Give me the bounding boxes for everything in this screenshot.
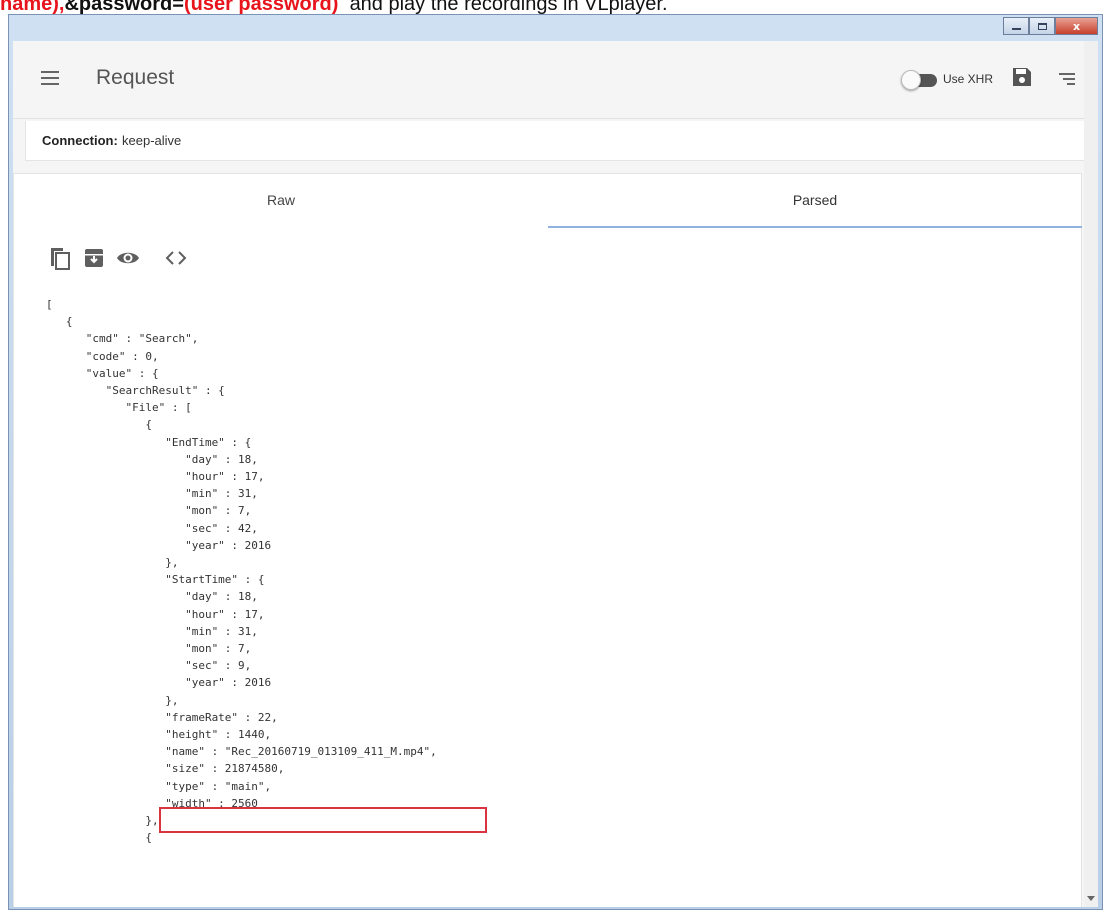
code-line: "sec" : 42, [46,521,258,535]
window-controls: x [1003,17,1098,35]
code-line: "min" : 31, [46,624,258,638]
code-line: "code" : 0, [46,349,159,363]
archive-icon[interactable] [82,246,106,270]
window-titlebar: x [9,15,1102,41]
banner-part-4: and play the recordings in VLplayer. [349,0,668,15]
minimize-button[interactable] [1003,17,1029,35]
code-line: "cmd" : "Search", [46,332,199,346]
banner-part-2: &password= [64,0,184,15]
tab-raw[interactable]: Raw [14,174,548,228]
code-line: "size" : 21874580, [46,762,285,776]
sort-icon[interactable] [1059,73,1075,85]
header-value: keep-alive [122,133,182,148]
page-title: Request [96,66,175,89]
code-line: "year" : 2016 [46,676,272,690]
code-line: "name" : "Rec_20160719_013109_411_M.mp4"… [46,745,437,759]
code-line: }, [46,556,179,570]
response-headers: Connection: keep-alive [25,121,1085,161]
code-line: "frameRate" : 22, [46,710,278,724]
maximize-icon [1037,22,1047,30]
code-line: "SearchResult" : { [46,384,225,398]
response-body-card: Raw Parsed [{"cmd": "Search", "code" … [13,173,1082,907]
code-line: "EndTime" : { [46,435,252,449]
code-line: "day" : 18, [46,590,258,604]
code-line: "min" : 31, [46,487,258,501]
code-line: "value" : { [46,366,159,380]
code-line: { [46,418,152,432]
use-xhr-label: Use XHR [943,72,994,86]
tab-parsed[interactable]: Parsed [548,174,1082,228]
app-client-area: Request Use XHR Connection: keep-alive R… [13,41,1098,907]
tab-selected-indicator [548,226,1082,228]
code-line: "year" : 2016 [46,538,272,552]
app-toolbar: Request Use XHR [13,41,1098,119]
copy-icon[interactable] [48,246,72,270]
code-line: "hour" : 17, [46,607,265,621]
parsed-json-view: [ { "cmd" : "Search", "code" : 0, "value… [46,296,437,847]
code-line: "StartTime" : { [46,573,265,587]
header-name: Connection: [42,133,118,148]
save-icon[interactable] [1012,67,1032,87]
browser-window: x Request Use XHR Connection: keep-alive [8,14,1103,910]
vertical-scrollbar[interactable] [1084,41,1098,907]
code-line: { [46,315,73,329]
banner-part-3: (user password) [183,0,339,15]
code-line: "sec" : 9, [46,659,252,673]
highlight-box-name [159,807,487,833]
maximize-button[interactable] [1029,17,1055,35]
eye-icon[interactable] [116,246,140,270]
code-line: }, [46,693,179,707]
toggle-knob [901,70,921,90]
menu-icon[interactable] [41,71,59,85]
minimize-icon [1011,28,1021,30]
code-line: "type" : "main", [46,779,272,793]
response-tabs: Raw Parsed [14,174,1082,228]
use-xhr-toggle[interactable] [901,70,937,90]
scroll-down-icon[interactable] [1087,896,1095,901]
code-line: "day" : 18, [46,452,258,466]
code-line: "hour" : 17, [46,470,265,484]
code-line: "File" : [ [46,401,192,415]
code-icon[interactable] [164,246,188,270]
code-line: [ [46,298,53,311]
code-line: "mon" : 7, [46,642,252,656]
banner-part-1: name), [0,0,65,15]
code-line: "mon" : 7, [46,504,252,518]
code-line: "height" : 1440, [46,728,272,742]
close-button[interactable]: x [1055,17,1098,35]
